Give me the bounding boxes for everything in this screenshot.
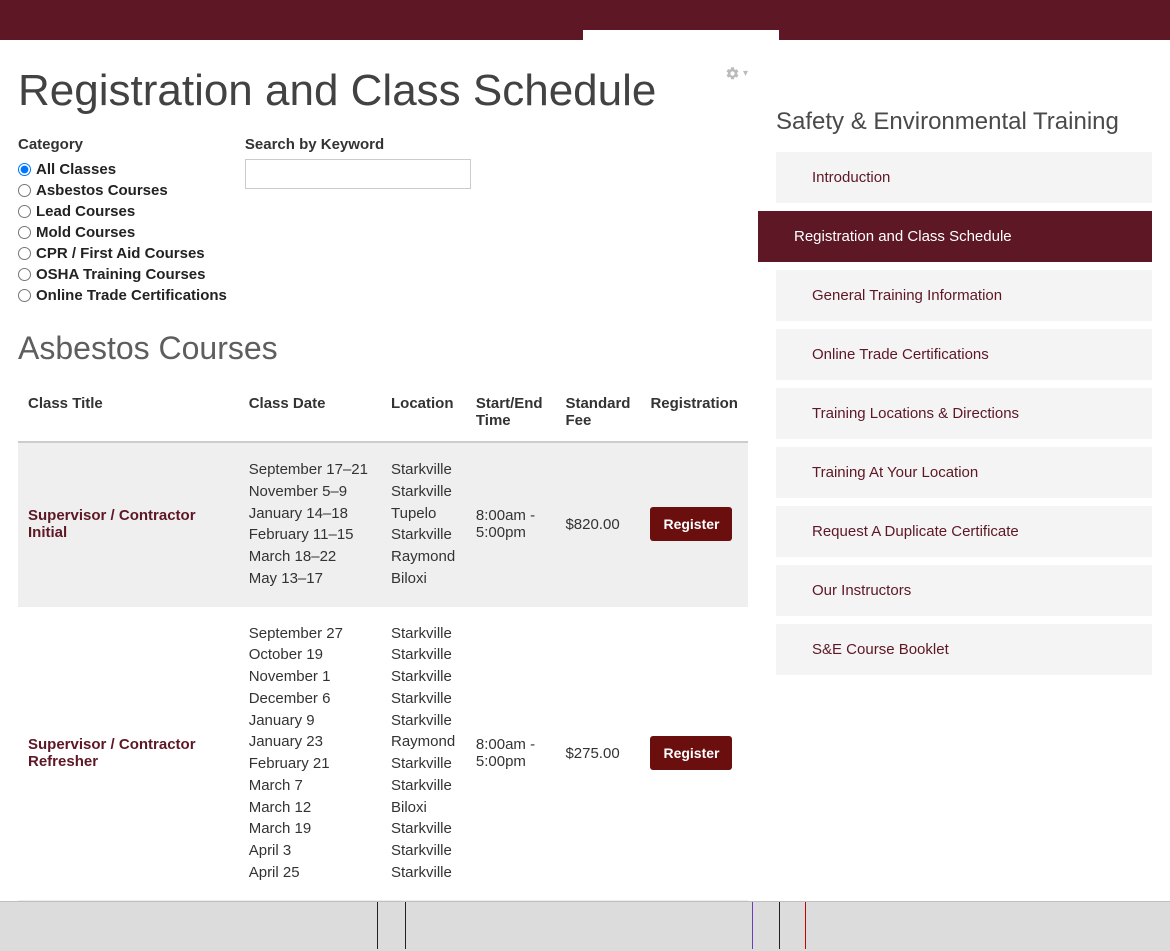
sidebar-item[interactable]: Online Trade Certifications [776,329,1152,380]
table-header: Location [381,383,466,442]
category-option-label: CPR / First Aid Courses [36,243,205,264]
category-option-label: All Classes [36,159,116,180]
class-fee: $275.00 [555,606,640,900]
class-dates: September 27 October 19 November 1 Decem… [239,606,381,900]
section-title: Asbestos Courses [18,330,748,367]
category-radio[interactable] [18,226,31,239]
class-fee: $820.00 [555,442,640,606]
category-option-label: Asbestos Courses [36,180,168,201]
category-option[interactable]: Mold Courses [18,222,227,243]
search-filter-label: Search by Keyword [245,136,471,153]
gear-icon [725,66,740,81]
sidebar-item[interactable]: Introduction [776,152,1152,203]
category-option-label: Lead Courses [36,201,135,222]
category-option[interactable]: Lead Courses [18,201,227,222]
chevron-down-icon: ▾ [743,68,748,79]
category-radio[interactable] [18,163,31,176]
table-header: Class Title [18,383,239,442]
category-radio[interactable] [18,289,31,302]
sidebar-item[interactable]: Our Instructors [776,565,1152,616]
category-radio[interactable] [18,268,31,281]
category-option-label: Mold Courses [36,222,135,243]
category-option[interactable]: Asbestos Courses [18,180,227,201]
sidebar-item[interactable]: Registration and Class Schedule [758,211,1152,262]
search-input[interactable] [245,159,471,189]
category-option[interactable]: Online Trade Certifications [18,285,227,306]
class-locations: Starkville Starkville Starkville Starkvi… [381,606,466,900]
category-option[interactable]: OSHA Training Courses [18,264,227,285]
search-filter: Search by Keyword [245,136,471,306]
category-radio[interactable] [18,247,31,260]
category-radio[interactable] [18,205,31,218]
class-locations: Starkville Starkville Tupelo Starkville … [381,442,466,606]
register-button[interactable]: Register [650,507,732,541]
category-filter-label: Category [18,136,227,153]
top-nav-bar [0,0,1170,40]
category-radio[interactable] [18,184,31,197]
table-header: Start/End Time [466,383,556,442]
class-time: 8:00am - 5:00pm [466,606,556,900]
schedule-table: Class TitleClass DateLocationStart/End T… [18,383,748,901]
register-button[interactable]: Register [650,736,732,770]
table-row: Supervisor / Contractor Initial September… [18,442,748,606]
sidebar-item[interactable]: S&E Course Booklet [776,624,1152,675]
sidebar-item[interactable]: Training At Your Location [776,447,1152,498]
category-option-label: Online Trade Certifications [36,285,227,306]
top-bar-active-indicator [583,30,779,40]
sidebar-item[interactable]: Request A Duplicate Certificate [776,506,1152,557]
page-settings-toggle[interactable]: ▾ [715,60,748,81]
table-header: Class Date [239,383,381,442]
class-time: 8:00am - 5:00pm [466,442,556,606]
table-row: Supervisor / Contractor Refresher Septemb… [18,606,748,900]
category-option-label: OSHA Training Courses [36,264,205,285]
category-option[interactable]: CPR / First Aid Courses [18,243,227,264]
sidebar-item[interactable]: General Training Information [776,270,1152,321]
table-header: Registration [640,383,748,442]
table-header: Standard Fee [555,383,640,442]
sidebar-title: Safety & Environmental Training [776,108,1152,136]
category-option[interactable]: All Classes [18,159,227,180]
class-title-link[interactable]: Supervisor / Contractor Refresher [28,736,196,770]
page-title: Registration and Class Schedule [18,66,715,116]
category-filter: Category All ClassesAsbestos CoursesLead… [18,136,227,306]
class-dates: September 17–21 November 5–9 January 14–… [239,442,381,606]
class-title-link[interactable]: Supervisor / Contractor Initial [28,507,196,541]
bottom-decorative-bar [0,901,1170,951]
sidebar-item[interactable]: Training Locations & Directions [776,388,1152,439]
